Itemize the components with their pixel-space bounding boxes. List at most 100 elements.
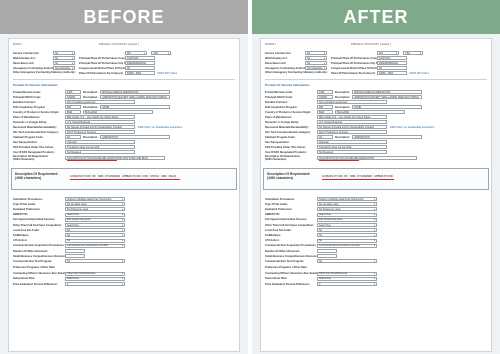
product-field[interactable]: A6 [317,135,333,139]
place-field[interactable]: 05 [125,66,155,70]
product-field[interactable]: 332993 [65,95,81,99]
competition-select[interactable]: Subject to Multiple Award Fair Opportuni… [65,197,125,201]
place-field[interactable]: INDEPENDENCE [125,61,155,65]
competition-select[interactable]: No set aside used. [317,202,377,207]
competition-select[interactable]: Select One [317,276,377,281]
competition-select[interactable]: Select One [65,212,125,217]
competition-select[interactable]: No [65,233,125,238]
place-field[interactable]: JACKSON [377,56,407,60]
competition-select[interactable]: Commercial Item Procedures not used [317,243,377,248]
place-field[interactable]: INDEPENDENCE [377,61,407,65]
competition-select[interactable]: Select One [317,223,377,227]
statute-select[interactable]: No [305,51,327,55]
competition-select[interactable]: Subject to Multiple Award Fair Opportuni… [317,197,377,201]
product-field[interactable]: A6 [65,135,81,139]
product-field[interactable]: Not Required [65,150,135,154]
state-row: MO USA [377,51,423,55]
competition-select[interactable]: No set aside used. [65,202,125,207]
product-desc-field[interactable]: NONE [352,105,423,109]
competition-select[interactable]: Other than Small Business [317,271,377,276]
statute-select[interactable]: No [53,51,75,55]
competition-select[interactable]: No [65,259,125,264]
product-field[interactable]: Transaction does not use GFE [65,145,135,149]
place-field[interactable]: 64050 - 3800 [377,71,407,75]
competition-select[interactable]: Other than Small Business [65,271,125,276]
product-field[interactable]: U.S. Owned Business [317,120,387,124]
competition-select[interactable]: No [317,259,377,264]
product-field[interactable]: 1305 [317,90,333,94]
statute-select[interactable]: Not Applicable [305,66,327,70]
statute-select[interactable]: No [305,61,327,65]
ems-policy-link[interactable]: EMS Policy on Sustainable Acquisition [390,126,434,129]
product-field[interactable]: Mfg outside U.S. - Use outside the Unite… [317,115,387,119]
product-field[interactable]: BGR [317,110,333,114]
product-field[interactable]: 000 [65,105,81,109]
statute-select[interactable]: Not Applicable [53,66,75,70]
desc-callout-text[interactable]: ACQUISITION OF NON-STANDARD AMMUNITION [322,174,393,178]
product-field[interactable]: BGR [65,110,81,114]
product-desc-field[interactable]: AMMUNITION [100,135,171,139]
competition-select[interactable]: No [317,228,377,233]
product-field[interactable]: 1305 [65,90,81,94]
product-field[interactable]: Transaction does not use GFE [317,145,387,149]
state-select[interactable]: MO [125,51,147,55]
country-select[interactable]: USA [151,51,171,55]
product-field[interactable]: Mfg outside U.S. - Use outside the Unite… [65,115,135,119]
product-desc-field[interactable]: AMMUNITION (EXCEPT SMALL ARMS) MANUFACTU… [352,95,423,99]
statute-select[interactable]: No [305,56,327,60]
place-field[interactable]: 05 [377,66,407,70]
statute-select[interactable]: No [53,56,75,60]
product-field[interactable]: U.S. Owned Business [65,120,135,124]
competition-select[interactable]: Select One [65,223,125,227]
competition-select[interactable]: No [65,238,125,243]
product-field[interactable]: Not a bundled requirement [317,100,387,104]
place-field[interactable]: JACKSON [125,56,155,60]
product-field[interactable]: 332993 [317,95,333,99]
competition-select[interactable]: Commercial Item Procedures not used [65,243,125,248]
competition-select[interactable]: Fair Opportunity given [65,217,125,222]
competition-field[interactable] [317,254,337,259]
competition-select[interactable]: Fair Opportunity given [317,217,377,222]
competition-select[interactable]: No [317,233,377,238]
product-desc-field[interactable]: BULGARIA [335,110,405,114]
product-row: Domestic or Foreign Entity: U.S. Owned Bu… [265,120,387,124]
usps-zip-link[interactable]: USPS ZIP Codes [157,72,177,75]
competition-select[interactable]: No [317,238,377,243]
product-desc-field[interactable]: MISCELLANEOUS AMMUNITION [352,90,423,94]
competition-select[interactable]: Select One [317,212,377,217]
product-desc-field[interactable]: BULGARIA [83,110,153,114]
competition-row: Small Business Competitiveness Demonstra… [265,254,337,259]
competition-select[interactable]: Select One [65,276,125,281]
product-field[interactable]: No Clauses Included and No Sustainabilit… [65,125,135,129]
product-field[interactable]: Not Required [317,150,387,154]
product-field[interactable]: No Clauses Included and No Sustainabilit… [317,125,387,129]
competition-label: Number Of Offers Received: [265,249,300,253]
product-desc-field[interactable]: NONE [100,105,171,109]
desc-callout-text[interactable]: ACQUISITION OF NON-STANDARD AMMUNITION F… [70,174,176,178]
product-field[interactable]: Unknown [65,140,135,144]
product-desc-field[interactable]: AMMUNITION [352,135,423,139]
competition-field[interactable] [65,249,85,253]
competition-select[interactable]: No Preference used [317,207,377,212]
competition-field[interactable] [65,254,85,259]
product-field[interactable]: Not IT Products or Services [317,130,387,134]
statute-select[interactable]: No [53,61,75,65]
country-select[interactable]: USA [403,51,423,55]
product-field[interactable]: 000 [317,105,333,109]
place-label: Principal Place Of Performance City Name… [79,61,132,65]
usps-zip-link[interactable]: USPS ZIP Codes [409,72,429,75]
competition-select[interactable]: No Preference used [65,207,125,212]
ems-policy-link[interactable]: EMS Policy on Sustainable Acquisition [138,126,182,129]
product-field[interactable]: Not IT Products or Services [65,130,135,134]
state-select[interactable]: MO [377,51,399,55]
competition-label: A76 Action: [13,239,28,243]
product-field[interactable]: Unknown [317,140,387,144]
competition-select[interactable]: No [65,228,125,233]
product-field[interactable]: Not a bundled requirement [65,100,135,104]
competition-select[interactable]: 0 [317,282,377,286]
product-desc-field[interactable]: MISCELLANEOUS AMMUNITION [100,90,171,94]
product-desc-field[interactable]: AMMUNITION (EXCEPT SMALL ARMS) MANUFACTU… [100,95,171,99]
competition-field[interactable] [317,249,337,253]
place-field[interactable]: 64050 - 3800 [125,71,155,75]
competition-select[interactable]: 0 [65,282,125,286]
